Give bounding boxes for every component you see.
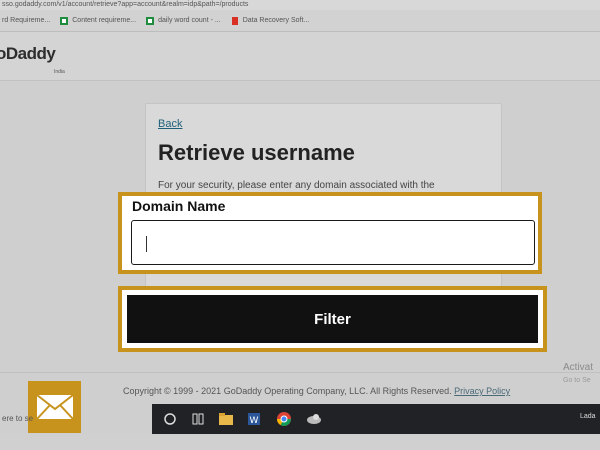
filter-button-highlight: Filter: [118, 286, 547, 352]
domain-name-label: Domain Name: [132, 198, 226, 214]
bookmark-item[interactable]: rd Requireme...: [2, 17, 50, 24]
bookmarks-bar: rd Requireme... Content requireme... dai…: [0, 10, 600, 32]
copyright-text: Copyright © 1999 - 2021 GoDaddy Operatin…: [123, 386, 452, 396]
godaddy-logo[interactable]: oDaddy: [0, 44, 56, 64]
address-bar[interactable]: sso.godaddy.com/v1/account/retrieve?app=…: [0, 0, 600, 10]
card-description: For your security, please enter any doma…: [158, 180, 435, 191]
bookmark-label: daily word count - ...: [158, 17, 221, 24]
task-view-icon[interactable]: [190, 411, 206, 427]
filter-button[interactable]: Filter: [127, 295, 538, 343]
site-header: oDaddy India: [0, 32, 600, 81]
taskbar-search-text: ere to se: [2, 414, 34, 423]
privacy-policy-link[interactable]: Privacy Policy: [454, 386, 510, 396]
footer-copyright: Copyright © 1999 - 2021 GoDaddy Operatin…: [123, 386, 510, 396]
bottom-strip: [0, 434, 600, 450]
sheet-icon: [60, 16, 69, 25]
chrome-icon[interactable]: [276, 411, 292, 427]
bookmark-item[interactable]: Content requireme...: [60, 16, 137, 25]
word-icon[interactable]: W: [246, 411, 262, 427]
bookmark-label: Data Recovery Soft...: [242, 17, 310, 24]
text-caret: [146, 236, 147, 252]
logo-region: India: [54, 69, 65, 75]
back-link[interactable]: Back: [158, 118, 182, 130]
file-explorer-icon[interactable]: [218, 411, 234, 427]
app-icon[interactable]: [306, 411, 322, 427]
taskbar-search[interactable]: ere to se: [0, 404, 154, 434]
svg-text:W: W: [250, 416, 259, 426]
windows-search-icon[interactable]: [162, 411, 178, 427]
page-title: Retrieve username: [158, 140, 355, 165]
activate-windows-watermark: Activat: [563, 362, 594, 373]
domain-field-highlight: Domain Name: [118, 192, 542, 274]
activate-windows-subtext: Go to Se: [563, 377, 591, 384]
bookmark-label: Content requireme...: [72, 17, 137, 24]
sheet-icon: [146, 16, 155, 25]
address-bar-text: sso.godaddy.com/v1/account/retrieve?app=…: [2, 1, 249, 8]
domain-name-input[interactable]: [131, 220, 535, 265]
language-indicator[interactable]: Lada: [580, 413, 596, 420]
bookmark-item[interactable]: Data Recovery Soft...: [231, 16, 310, 25]
footer-divider: [0, 372, 600, 373]
bookmark-item[interactable]: daily word count - ...: [146, 16, 221, 25]
bookmark-label: rd Requireme...: [2, 17, 51, 24]
taskbar: W Lada: [152, 404, 600, 434]
bookmark-icon: [231, 16, 238, 25]
